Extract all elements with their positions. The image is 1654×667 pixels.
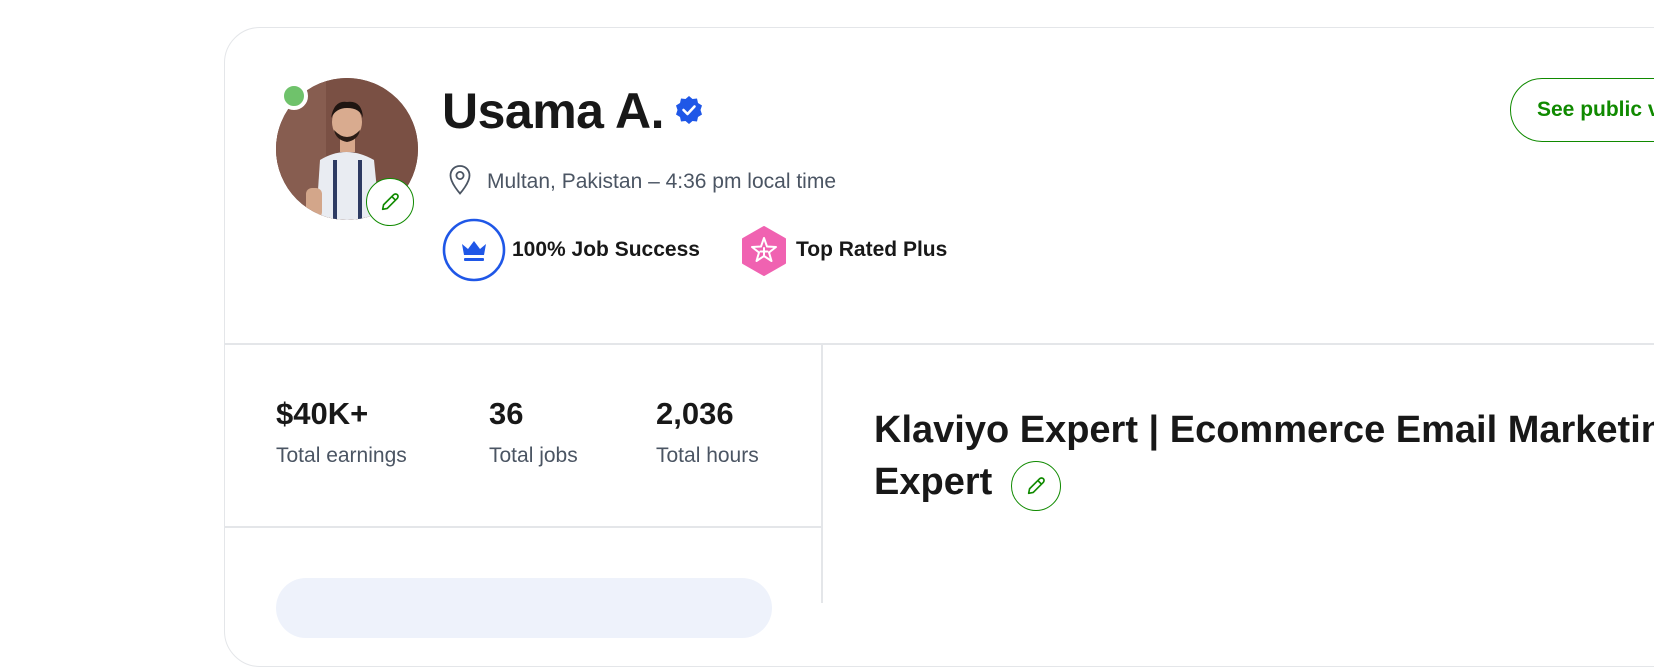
pencil-icon [1027, 477, 1045, 495]
profile-card [224, 27, 1654, 667]
total-earnings-value: $40K+ [276, 396, 369, 431]
header-divider [225, 343, 1654, 345]
job-success-badge: 100% Job Success [512, 238, 700, 261]
location-text: Multan, Pakistan – 4:36 pm local time [487, 170, 837, 193]
profile-headline: Klaviyo Expert | Ecommerce Email Marketi… [874, 404, 1654, 508]
star-icon [742, 226, 786, 276]
pencil-icon [381, 193, 399, 211]
stats-divider [225, 526, 821, 528]
headline-line-1: Klaviyo Expert | Ecommerce Email Marketi… [874, 409, 1654, 451]
total-hours-value: 2,036 [656, 396, 734, 431]
bottom-section-pill [276, 578, 772, 638]
avatar-container [276, 78, 418, 226]
top-rated-plus-badge: Top Rated Plus [796, 238, 948, 261]
location-pin-icon [449, 165, 471, 195]
verified-badge-icon [676, 96, 702, 124]
edit-headline-button[interactable] [1011, 461, 1061, 511]
see-public-view-button[interactable]: See public view [1510, 78, 1654, 142]
headline-line-2: Expert [874, 461, 993, 503]
total-earnings-label: Total earnings [276, 444, 407, 467]
total-jobs-value: 36 [489, 396, 524, 431]
online-status-indicator [280, 82, 308, 110]
edit-photo-button[interactable] [366, 178, 414, 226]
column-divider [821, 343, 823, 603]
total-hours-label: Total hours [656, 444, 759, 467]
total-jobs-label: Total jobs [489, 444, 578, 467]
profile-name: Usama A. [442, 83, 665, 139]
crown-icon [442, 218, 506, 282]
